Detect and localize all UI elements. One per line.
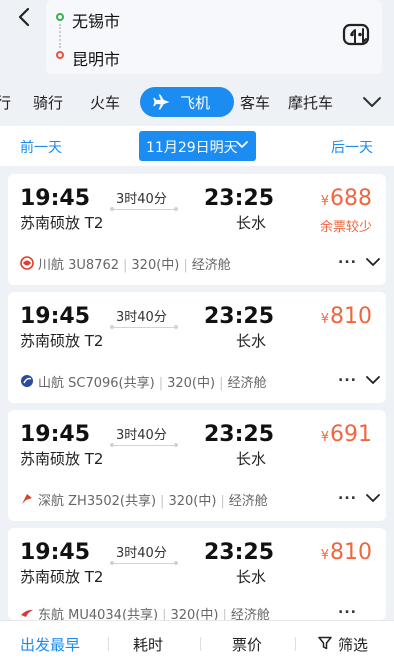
flight-duration: 3时40分 [116,192,167,207]
price: ¥810 [321,304,372,329]
airline-flight-no: 深航 ZH3502(共享) [38,494,157,509]
more-options-icon[interactable]: ... [338,487,357,503]
tab-train[interactable]: 火车 [90,92,120,113]
cabin-class: 经济舱 [227,376,267,391]
price-value: 810 [330,304,372,329]
flight-card[interactable]: 19:45 3时40分 23:25 苏南硕放 T2 长水 ¥691 深航 ZH3… [8,410,386,521]
price-value: 691 [330,422,372,447]
shenzhen-airlines-logo-icon [22,494,32,504]
date-selector[interactable]: 11月29日明天 [139,131,256,161]
departure-airport: 苏南硕放 T2 [20,332,104,350]
route-box[interactable]: 无锡市 昆明市 [46,0,382,74]
expand-chevron-icon[interactable] [366,257,380,267]
currency-symbol: ¥ [320,312,329,327]
flight-info: 深航 ZH3502(共享) | 320(中) | 经济舱 [38,494,268,509]
expand-chevron-icon[interactable] [366,493,380,503]
chevron-down-icon [236,141,248,148]
current-date: 11月29日明天 [146,140,238,156]
flight-info: 山航 SC7096(共享) | 320(中) | 经济舱 [38,376,267,391]
tab-motorcycle[interactable]: 摩托车 [288,92,333,113]
tab-flight-label: 飞机 [180,94,211,112]
arrival-time: 23:25 [204,540,275,565]
china-eastern-logo-icon [21,609,33,617]
sort-bar: 出发最早 耗时 票价 筛选 [0,620,394,666]
currency-symbol: ¥ [320,548,329,563]
price: ¥810 [321,540,372,565]
more-options-icon[interactable]: ... [338,251,357,267]
duration-line [110,561,178,565]
flight-duration: 3时40分 [116,428,167,443]
transport-tabs: 行 骑行 火车 飞机 客车 摩托车 [0,84,394,120]
filter-button[interactable]: 筛选 [338,634,368,655]
flight-card[interactable]: 19:45 3时40分 23:25 苏南硕放 T2 长水 ¥688 余票较少 川… [8,174,386,285]
sort-price-button[interactable]: 票价 [232,634,262,655]
origin-dot-icon [56,13,64,21]
destination-city[interactable]: 昆明市 [72,46,120,70]
cabin-class: 经济舱 [228,494,268,509]
departure-time: 19:45 [20,422,91,447]
arrival-airport: 长水 [236,450,267,468]
departure-time: 19:45 [20,186,91,211]
price: ¥688 [321,186,372,211]
arrival-airport: 长水 [236,332,267,350]
filter-icon[interactable] [318,636,332,650]
flight-duration: 3时40分 [116,546,167,561]
airline-flight-no: 山航 SC7096(共享) [38,376,155,391]
price-value: 688 [330,186,372,211]
origin-city[interactable]: 无锡市 [72,8,120,32]
expand-chevron-icon[interactable] [366,375,380,385]
destination-dot-icon [56,51,64,59]
price: ¥691 [321,422,372,447]
flight-card[interactable]: 19:45 3时40分 23:25 苏南硕放 T2 长水 ¥810 东航 MU4… [8,528,386,623]
sichuan-airlines-logo-icon [20,256,34,270]
departure-time: 19:45 [20,304,91,329]
sort-duration-button[interactable]: 耗时 [133,634,163,655]
sort-earliest-button[interactable]: 出发最早 [20,634,80,655]
flight-duration: 3时40分 [116,310,167,325]
shandong-airlines-logo-icon [21,375,33,387]
sort-divider [200,637,201,651]
prev-day-button[interactable]: 前一天 [20,137,62,157]
tab-walk[interactable]: 行 [0,92,11,113]
tab-coach[interactable]: 客车 [240,92,270,113]
arrival-time: 23:25 [204,304,275,329]
duration-line [110,207,178,211]
chat-bubble-icon[interactable] [342,22,370,48]
duration-line [110,443,178,447]
arrival-time: 23:25 [204,186,275,211]
date-bar: 前一天 11月29日明天 后一天 [0,126,394,166]
departure-airport: 苏南硕放 T2 [20,568,104,586]
sort-divider [295,637,296,651]
departure-time: 19:45 [20,540,91,565]
flight-card[interactable]: 19:45 3时40分 23:25 苏南硕放 T2 长水 ¥810 山航 SC7… [8,292,386,403]
more-options-icon[interactable]: ... [338,369,357,385]
currency-symbol: ¥ [320,430,329,445]
price-value: 810 [330,540,372,565]
ticket-note: 余票较少 [319,220,372,235]
aircraft-type: 320(中) [168,494,217,509]
chevron-down-icon[interactable] [362,94,382,110]
tab-cycling[interactable]: 骑行 [33,92,63,113]
back-arrow-icon[interactable] [14,6,36,28]
arrival-airport: 长水 [236,568,267,586]
more-options-icon[interactable]: ... [338,601,357,617]
aircraft-type: 320(中) [167,376,216,391]
arrival-time: 23:25 [204,422,275,447]
aircraft-type: 320(中) [131,258,180,273]
departure-airport: 苏南硕放 T2 [20,214,104,232]
flight-info: 川航 3U8762 | 320(中) | 经济舱 [38,258,231,273]
arrival-airport: 长水 [236,214,267,232]
duration-line [110,325,178,329]
sort-divider [108,637,109,651]
next-day-button[interactable]: 后一天 [331,137,373,157]
tab-flight[interactable]: 飞机 [140,87,234,117]
currency-symbol: ¥ [320,194,329,209]
cabin-class: 经济舱 [191,258,231,273]
route-connector [59,24,61,48]
airplane-icon [153,94,170,110]
route-header: 无锡市 昆明市 [0,0,394,80]
departure-airport: 苏南硕放 T2 [20,450,104,468]
airline-flight-no: 川航 3U8762 [38,258,120,273]
